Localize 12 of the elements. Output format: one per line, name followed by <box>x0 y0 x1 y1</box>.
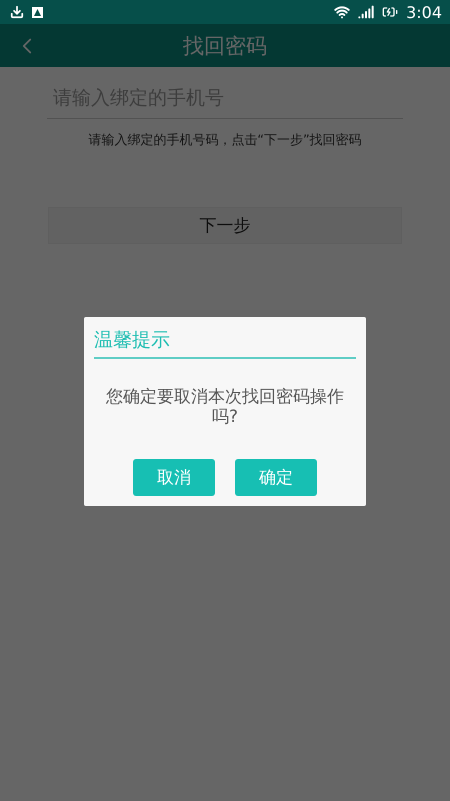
hint-text: 请输入绑定的手机号码，点击“下一步”找回密码 <box>88 132 362 149</box>
dialog-button[interactable]: 确定 <box>235 459 317 496</box>
next-button[interactable]: 下一步 <box>48 207 402 244</box>
wifi-icon <box>334 4 350 20</box>
status-time: 3:04 <box>406 2 442 22</box>
dialog-message: 您确定要取消本次找回密码操作吗? <box>105 387 345 427</box>
notification-icon <box>32 6 43 18</box>
page-title: 找回密码 <box>183 32 267 60</box>
download-icon <box>10 5 24 19</box>
signal-icon <box>358 4 374 20</box>
dialog-button[interactable]: 取消 <box>133 459 215 496</box>
dialog-title: 温馨提示 <box>94 327 356 359</box>
